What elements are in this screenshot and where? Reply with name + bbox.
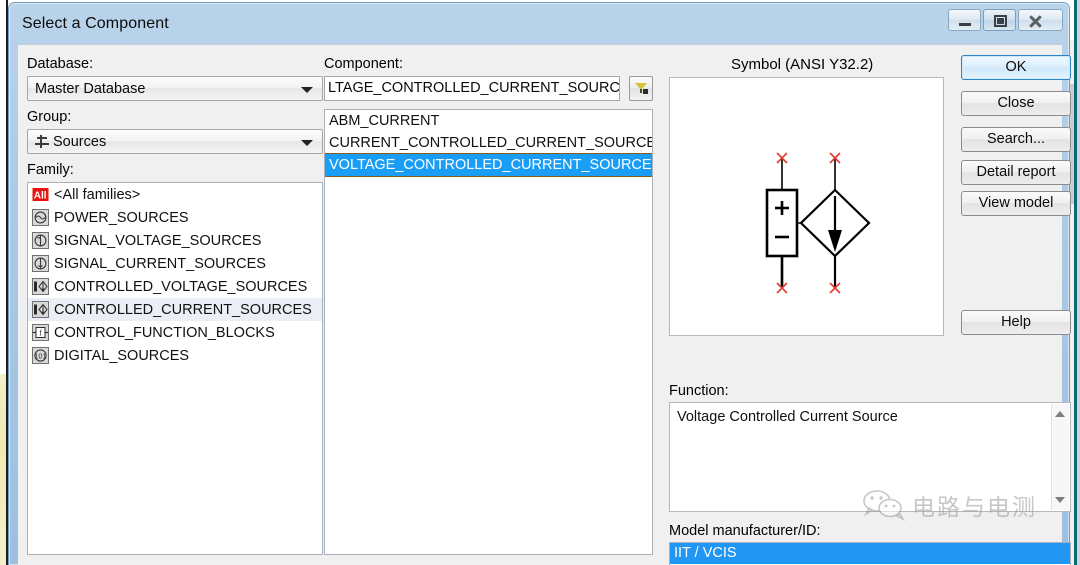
family-list-item[interactable]: POWER_SOURCES <box>28 206 322 229</box>
family-item-label: CONTROLLED_CURRENT_SOURCES <box>54 301 312 318</box>
group-value: Sources <box>53 133 107 150</box>
search-button[interactable]: Search... <box>961 127 1071 152</box>
family-item-label: <All families> <box>54 186 141 203</box>
component-list-item[interactable]: ABM_CURRENT <box>325 110 652 132</box>
model-list-item[interactable]: IIT / VCIS <box>670 543 1070 564</box>
component-label: Component: <box>324 56 403 72</box>
family-list: All <All families> POWER_SOURCES SIGNAL_VOL… <box>28 183 322 367</box>
component-list: ABM_CURRENT CURRENT_CONTROLLED_CURRENT_SO… <box>325 110 652 177</box>
scroll-down-icon[interactable] <box>1055 497 1065 503</box>
all-families-icon: All <box>32 186 49 203</box>
family-item-label: CONTROLLED_VOLTAGE_SOURCES <box>54 278 308 295</box>
family-list-item[interactable]: 101 DIGITAL_SOURCES <box>28 344 322 367</box>
dialog-client-area: Database: Master Database Group: Sources… <box>18 44 1071 565</box>
component-listbox[interactable]: ABM_CURRENT CURRENT_CONTROLLED_CURRENT_SO… <box>324 109 653 555</box>
signal-current-sources-icon <box>32 255 49 272</box>
family-list-item[interactable]: All <All families> <box>28 183 322 206</box>
function-value: Voltage Controlled Current Source <box>677 409 898 425</box>
control-function-blocks-icon: f <box>32 324 49 341</box>
controlled-voltage-sources-icon <box>32 278 49 295</box>
database-value: Master Database <box>35 80 146 97</box>
family-item-label: SIGNAL_VOLTAGE_SOURCES <box>54 232 262 249</box>
help-button[interactable]: Help <box>961 310 1071 335</box>
minimize-button[interactable] <box>948 9 981 31</box>
function-label: Function: <box>669 383 729 399</box>
svg-text:101: 101 <box>35 353 47 360</box>
family-list-item[interactable]: CONTROLLED_VOLTAGE_SOURCES <box>28 275 322 298</box>
power-sources-icon <box>32 209 49 226</box>
svg-text:f: f <box>39 329 42 338</box>
symbol-preview-panel <box>669 77 944 336</box>
model-list: IIT / VCIS <box>670 543 1070 564</box>
filter-funnel-stem <box>640 89 642 93</box>
database-label: Database: <box>27 56 94 72</box>
controlled-current-sources-icon <box>32 301 49 318</box>
model-manufacturer-listbox[interactable]: IIT / VCIS <box>669 542 1071 565</box>
close-button[interactable] <box>1018 9 1063 31</box>
family-item-label: POWER_SOURCES <box>54 209 189 226</box>
scroll-up-icon[interactable] <box>1055 411 1065 417</box>
family-listbox[interactable]: All <All families> POWER_SOURCES SIGNAL_VOL… <box>27 182 323 555</box>
restore-button[interactable] <box>983 9 1016 31</box>
title-bar: Select a Component <box>9 3 1069 44</box>
chevron-down-icon <box>301 140 313 146</box>
detail-report-button[interactable]: Detail report <box>961 160 1071 185</box>
voltage-controlled-current-source-symbol <box>765 152 871 294</box>
signal-voltage-sources-icon <box>32 232 49 249</box>
close-icon <box>1019 10 1062 30</box>
group-label: Group: <box>27 109 72 125</box>
ok-button[interactable]: OK <box>961 55 1071 80</box>
family-label: Family: <box>27 162 74 178</box>
filter-funnel-dot <box>643 89 648 94</box>
view-model-button[interactable]: View model <box>961 191 1071 216</box>
restore-icon-inner <box>997 18 1004 24</box>
screen: Select a Component Database: Master Data… <box>0 0 1080 565</box>
svg-text:All: All <box>34 190 47 201</box>
digital-sources-icon: 101 <box>32 347 49 364</box>
family-item-label: SIGNAL_CURRENT_SOURCES <box>54 255 266 272</box>
filter-button[interactable] <box>629 76 653 101</box>
function-textbox[interactable]: Voltage Controlled Current Source <box>669 402 1071 512</box>
family-list-item[interactable]: SIGNAL_VOLTAGE_SOURCES <box>28 229 322 252</box>
select-component-dialog: Select a Component Database: Master Data… <box>8 2 1071 565</box>
family-list-item[interactable]: CONTROLLED_CURRENT_SOURCES <box>28 298 322 321</box>
minimize-icon <box>959 23 971 26</box>
component-search-input[interactable]: LTAGE_CONTROLLED_CURRENT_SOURCE <box>324 76 620 101</box>
close-dialog-button[interactable]: Close <box>961 91 1071 116</box>
family-list-item[interactable]: SIGNAL_CURRENT_SOURCES <box>28 252 322 275</box>
symbol-title: Symbol (ANSI Y32.2) <box>731 56 874 73</box>
component-list-item[interactable]: CURRENT_CONTROLLED_CURRENT_SOURCE <box>325 132 652 154</box>
family-item-label: DIGITAL_SOURCES <box>54 347 190 364</box>
family-item-label: CONTROL_FUNCTION_BLOCKS <box>54 324 275 341</box>
chevron-down-icon <box>301 87 313 93</box>
group-combobox[interactable]: Sources <box>27 129 323 154</box>
sources-icon <box>34 134 50 150</box>
model-manufacturer-label: Model manufacturer/ID: <box>669 523 821 539</box>
function-scrollbar[interactable] <box>1051 404 1069 510</box>
window-title: Select a Component <box>22 15 169 32</box>
component-list-item[interactable]: VOLTAGE_CONTROLLED_CURRENT_SOURCE <box>325 153 652 177</box>
family-list-item[interactable]: f CONTROL_FUNCTION_BLOCKS <box>28 321 322 344</box>
window-controls <box>948 9 1063 31</box>
database-combobox[interactable]: Master Database <box>27 76 323 101</box>
